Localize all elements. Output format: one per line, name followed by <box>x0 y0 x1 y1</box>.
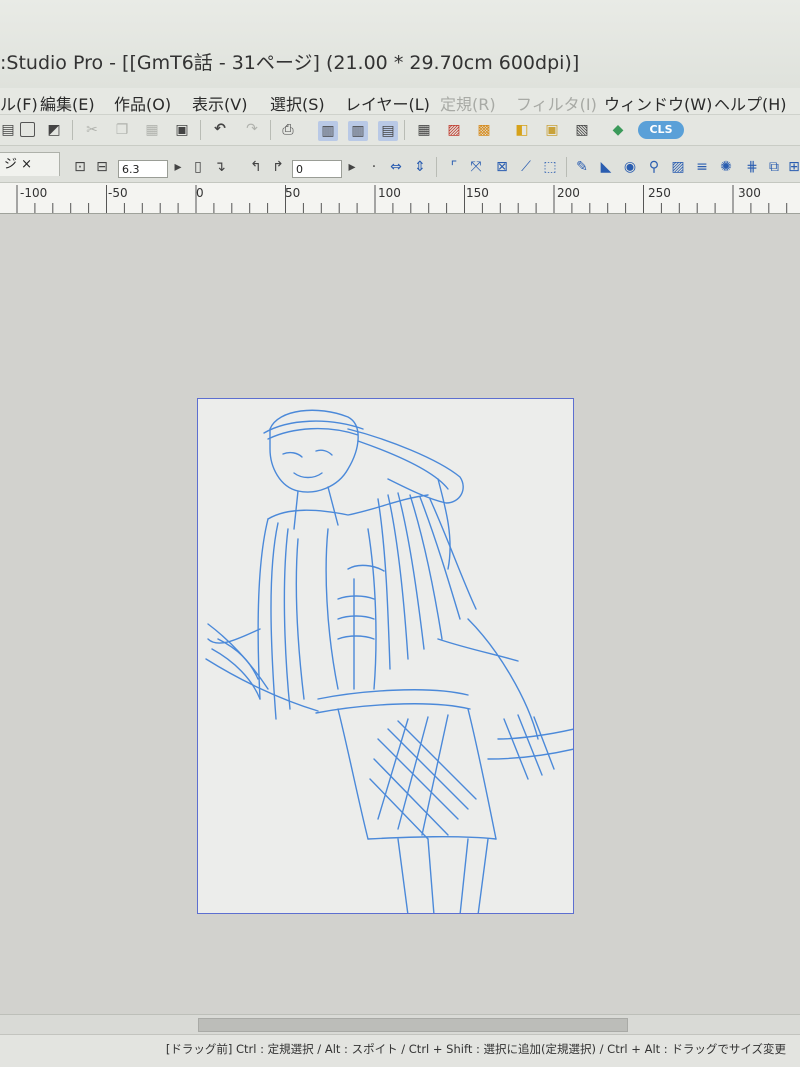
menu-work[interactable]: 作品(O) <box>114 91 171 115</box>
save-icon[interactable] <box>20 122 35 137</box>
paste-icon[interactable]: ▦ <box>144 122 160 138</box>
flip-vertical-icon[interactable]: ⇕ <box>412 159 428 175</box>
flip-horizontal-icon[interactable]: ⇔ <box>388 159 404 175</box>
angle-input[interactable]: 0 <box>292 160 342 178</box>
toolbar-divider <box>72 120 73 140</box>
skew-icon[interactable]: ⟋ <box>518 159 534 175</box>
expand-icon[interactable]: ⤧ <box>468 159 484 175</box>
ruler-label: 150 <box>466 186 489 200</box>
rotate-left-icon[interactable]: ↰ <box>248 159 264 175</box>
link-icon[interactable]: ◆ <box>610 122 626 138</box>
ruler-label: 300 <box>738 186 761 200</box>
toolbar-divider <box>436 157 437 177</box>
cls-badge[interactable]: CLS <box>638 121 684 139</box>
triangle-ruler-icon[interactable]: ◣ <box>598 159 614 175</box>
layer-icon[interactable]: ▦ <box>416 122 432 138</box>
title-bar: :Studio Pro - [[GmT6話 - 31ページ] (21.00 * … <box>0 0 800 88</box>
menu-layer[interactable]: レイヤー(L) <box>345 91 430 115</box>
cut-icon[interactable]: ✂ <box>84 122 100 138</box>
dot-icon[interactable]: · <box>366 159 382 175</box>
menu-view[interactable]: 表示(V) <box>192 91 247 115</box>
stripe-icon[interactable]: ≡ <box>694 159 710 175</box>
print-icon[interactable]: ⎙ <box>280 122 296 138</box>
status-hint: [ドラッグ前] Ctrl : 定規選択 / Alt : スポイト / Ctrl … <box>165 1042 786 1056</box>
corner-icon[interactable]: ⌜ <box>446 159 462 175</box>
palette-icon[interactable]: ▩ <box>476 122 492 138</box>
menu-bar: ル(F) 編集(E) 作品(O) 表示(V) 選択(S) レイヤー(L) 定規(… <box>0 88 800 115</box>
ruler-label: 50 <box>285 186 301 200</box>
menu-filter[interactable]: フィルタ(I) <box>516 91 597 115</box>
ruler-icon[interactable]: ▨ <box>446 122 462 138</box>
export-icon[interactable]: ▧ <box>574 122 590 138</box>
document-tab[interactable]: ジ × <box>0 152 60 176</box>
ruler-label: 200 <box>557 186 580 200</box>
pen-icon[interactable]: ✎ <box>574 159 590 175</box>
fill-icon[interactable]: ◉ <box>622 159 638 175</box>
toolbar-divider <box>270 120 271 140</box>
horizontal-ruler: -100 -50 0 50 100 150 200 250 300 <box>0 183 800 214</box>
menu-window[interactable]: ウィンドウ(W) <box>604 91 712 115</box>
frame-icon[interactable]: ⧉ <box>766 159 782 175</box>
status-bar: [ドラッグ前] Ctrl : 定規選択 / Alt : スポイト / Ctrl … <box>0 1034 800 1067</box>
text-icon[interactable]: ⊞ <box>786 159 800 175</box>
toolbar-divider <box>404 120 405 140</box>
brush-mode-icon[interactable]: ⊟ <box>94 159 110 175</box>
page-manage-icon[interactable]: ▤ <box>378 121 398 141</box>
copy-icon[interactable]: ❐ <box>114 122 130 138</box>
menu-help[interactable]: ヘルプ(H) <box>714 91 787 115</box>
page-view-icon[interactable]: ▥ <box>318 121 338 141</box>
delete-icon[interactable]: ▣ <box>174 122 190 138</box>
menu-file[interactable]: ル(F) <box>0 91 38 115</box>
folder-icon[interactable]: ◧ <box>514 122 530 138</box>
scrollbar-thumb[interactable] <box>198 1018 628 1032</box>
undo-icon[interactable]: ↶ <box>212 121 228 137</box>
ruler-label: -100 <box>20 186 48 200</box>
blue-sketch <box>205 409 573 913</box>
rotate-right-icon[interactable]: ↱ <box>270 159 286 175</box>
settings-icon[interactable]: ▣ <box>544 122 560 138</box>
menu-select[interactable]: 選択(S) <box>270 91 325 115</box>
ruler-label: 0 <box>196 186 204 200</box>
free-transform-icon[interactable]: ⬚ <box>542 159 558 175</box>
spread-view-icon[interactable]: ▥ <box>348 121 368 141</box>
toolbar-divider <box>566 157 567 177</box>
menu-edit[interactable]: 編集(E) <box>40 91 95 115</box>
drawing-canvas[interactable] <box>197 398 574 914</box>
main-toolbar: ▤ ◩ ✂ ❐ ▦ ▣ ↶ ↷ ⎙ ▥ ▥ ▤ ▦ ▨ ▩ ◧ ▣ ▧ ◆ CL… <box>0 115 800 146</box>
window-title: :Studio Pro - [[GmT6話 - 31ページ] (21.00 * … <box>0 52 580 74</box>
tool-options-bar: ジ × ⊡ ⊟ 6.3 ▸ ▯ ↴ ↰ ↱ 0 ▸ · ⇔ ⇕ ⌜ ⤧ ⊠ ⟋ … <box>0 146 800 183</box>
menu-ruler[interactable]: 定規(R) <box>440 91 496 115</box>
hatch-icon[interactable]: ▨ <box>670 159 686 175</box>
grid-icon[interactable]: ⋕ <box>744 159 760 175</box>
page-icon[interactable]: ▯ <box>190 159 206 175</box>
play-arrow-icon[interactable]: ▸ <box>344 159 360 175</box>
perspective-icon[interactable]: ⊠ <box>494 159 510 175</box>
open-icon[interactable]: ▤ <box>0 122 16 138</box>
ruler-label: 100 <box>378 186 401 200</box>
toolbar-divider <box>200 120 201 140</box>
horizontal-scrollbar[interactable] <box>0 1014 800 1035</box>
save-as-icon[interactable]: ◩ <box>46 122 62 138</box>
radial-icon[interactable]: ✺ <box>718 159 734 175</box>
ruler-label: 250 <box>648 186 671 200</box>
brush-size-input[interactable]: 6.3 <box>118 160 168 178</box>
redo-icon[interactable]: ↷ <box>244 121 260 137</box>
brush-icon[interactable]: ⊡ <box>72 159 88 175</box>
rotate-icon[interactable]: ↴ <box>212 159 228 175</box>
play-arrow-icon[interactable]: ▸ <box>170 159 186 175</box>
ruler-label: -50 <box>108 186 128 200</box>
eyedropper-icon[interactable]: ⚲ <box>646 159 662 175</box>
